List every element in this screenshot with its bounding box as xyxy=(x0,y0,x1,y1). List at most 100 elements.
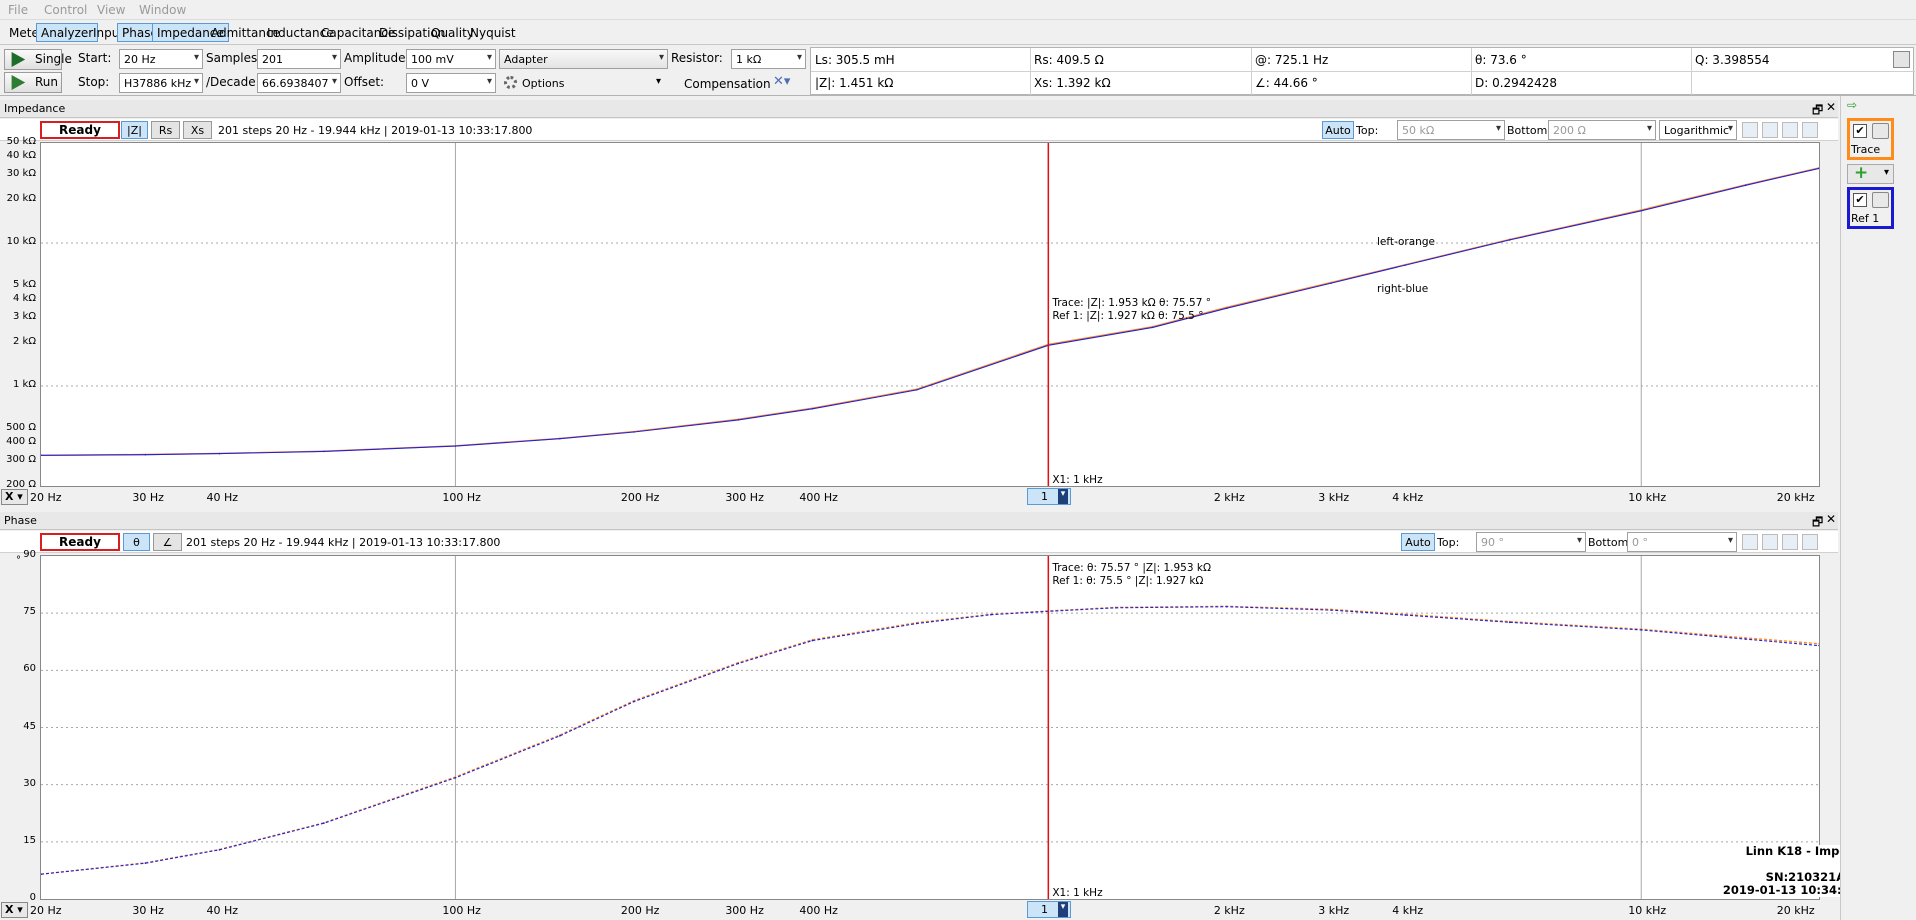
zoom-fit-x-icon[interactable] xyxy=(1742,534,1758,550)
ref1-settings-icon[interactable] xyxy=(1872,192,1889,208)
zoom-fit-x-icon[interactable] xyxy=(1742,122,1758,138)
single-button[interactable]: Single xyxy=(4,49,72,70)
impedance-x-axis: X ▾ 1 20 Hz 30 Hz 40 Hz 100 Hz 200 Hz 300 Hz 4… xyxy=(0,488,1838,506)
start-label: Start: xyxy=(78,51,112,65)
close-icon[interactable]: ✕ xyxy=(1826,512,1836,526)
plot-settings-icon[interactable] xyxy=(1802,122,1818,138)
readout-frequency: @: 725.1 Hz xyxy=(1255,53,1329,67)
offset-combo[interactable]: 0 V xyxy=(406,73,496,93)
phase-chart: Trace: θ: 75.57 ° |Z|: 1.953 kΩRef 1: θ:… xyxy=(40,556,1820,899)
phase-plot[interactable]: Trace: θ: 75.57 ° |Z|: 1.953 kΩ Ref 1: θ:… xyxy=(40,555,1820,900)
data-point xyxy=(1115,607,1117,609)
x-tick-label: 400 Hz xyxy=(799,491,838,504)
toggle-theta[interactable]: θ xyxy=(123,533,150,551)
toggle-xs[interactable]: Xs xyxy=(183,121,212,139)
zoom-icon[interactable] xyxy=(1782,122,1798,138)
impedance-top-combo[interactable]: 50 kΩ xyxy=(1397,120,1505,140)
data-point xyxy=(1151,326,1154,329)
readout-z: |Z|: 1.451 kΩ xyxy=(815,76,894,90)
x-axis-button[interactable]: X ▾ xyxy=(1,902,28,918)
add-reference-button[interactable]: + ▾ xyxy=(1847,163,1894,184)
data-point xyxy=(454,445,457,447)
y-tick-label: 500 Ω xyxy=(6,422,36,434)
amplitude-combo[interactable]: 100 mV xyxy=(406,49,496,69)
series-ref-1 xyxy=(40,167,1820,456)
x-tick-label: 100 Hz xyxy=(442,491,481,504)
trace-checkbox[interactable]: ✔ xyxy=(1853,124,1867,138)
data-point xyxy=(1330,282,1333,284)
impedance-status: Ready xyxy=(40,121,120,139)
data-point xyxy=(1508,621,1511,624)
data-point xyxy=(737,662,740,665)
x-axis-button[interactable]: X ▾ xyxy=(1,489,28,505)
x-tick-label: 20 kHz xyxy=(1776,491,1815,504)
measurement-readouts: Ls: 305.5 mH Rs: 409.5 Ω @: 725.1 Hz θ: … xyxy=(810,47,1915,95)
impedance-plot[interactable]: Trace: |Z|: 1.953 kΩ θ: 75.57 ° Ref 1: |Z… xyxy=(40,142,1820,487)
data-point xyxy=(1226,605,1228,608)
ref1-card[interactable]: ✔ Ref 1 xyxy=(1847,187,1894,229)
y-tick-label: 40 kΩ xyxy=(6,149,36,161)
marker-ref-readout: Ref 1: θ: 75.5 ° |Z|: 1.927 kΩ xyxy=(1052,575,1203,587)
start-combo[interactable]: 20 Hz xyxy=(119,49,203,69)
close-icon[interactable]: ✕ xyxy=(1826,100,1836,114)
impedance-auto-button[interactable]: Auto xyxy=(1322,121,1354,139)
menu-view[interactable]: View xyxy=(97,3,125,17)
x-tick-label: 4 kHz xyxy=(1392,904,1424,917)
zoom-fit-y-icon[interactable] xyxy=(1762,122,1778,138)
x-tick-label: 30 Hz xyxy=(132,491,164,504)
samples-combo[interactable]: 201 xyxy=(257,49,341,69)
single-run-icon xyxy=(11,52,26,67)
menu-control[interactable]: Control xyxy=(44,3,87,17)
toggle-rs[interactable]: Rs xyxy=(151,121,180,139)
zoom-icon[interactable] xyxy=(1782,534,1798,550)
stop-combo[interactable]: H37886 kHz xyxy=(119,73,203,93)
tab-nyquist[interactable]: Nyquist xyxy=(465,23,521,42)
annotation-left-orange: left-orange xyxy=(1377,236,1435,248)
impedance-cursor-select[interactable]: 1 xyxy=(1027,488,1071,505)
phase-cursor-select[interactable]: 1 xyxy=(1027,901,1071,918)
data-point xyxy=(454,777,457,779)
options-dropdown[interactable]: Options ▾ xyxy=(499,73,668,93)
menu-window[interactable]: Window xyxy=(139,3,186,17)
readout-angle: ∠: 44.66 ° xyxy=(1255,76,1318,90)
run-button[interactable]: Run xyxy=(4,72,62,93)
data-point xyxy=(559,437,561,440)
toggle-angle[interactable]: ∠ xyxy=(153,533,182,551)
arrow-right-icon[interactable]: ⇨ xyxy=(1847,98,1857,112)
phase-top-combo[interactable]: 90 ° xyxy=(1476,532,1586,552)
y-tick-label: 30 xyxy=(23,777,36,789)
data-point xyxy=(737,419,740,421)
y-tick-label: 10 kΩ xyxy=(6,235,36,247)
phase-auto-button[interactable]: Auto xyxy=(1401,533,1435,551)
impedance-panel-title: Impedance 🗗 ✕ xyxy=(0,100,1838,118)
x-tick-label: 40 Hz xyxy=(206,904,239,917)
data-point xyxy=(144,453,147,456)
compensation-wand-icon[interactable]: ✕▾ xyxy=(773,74,799,92)
y-tick-label: 15 xyxy=(23,834,36,846)
phase-bottom-combo[interactable]: 0 ° xyxy=(1627,532,1737,552)
x-tick-label: 30 Hz xyxy=(132,904,164,917)
samples-label: Samples: xyxy=(206,51,262,65)
adapter-combo[interactable]: Adapter xyxy=(499,49,668,69)
trace-label: Trace xyxy=(1851,143,1881,156)
x-tick-label: 4 kHz xyxy=(1392,491,1424,504)
resistor-combo[interactable]: 1 kΩ xyxy=(731,49,806,69)
ref1-checkbox[interactable]: ✔ xyxy=(1853,193,1867,207)
toggle-z[interactable]: |Z| xyxy=(121,121,148,139)
x-tick-label: 2 kHz xyxy=(1213,491,1245,504)
readout-settings-icon[interactable] xyxy=(1893,51,1910,68)
impedance-bottom-combo[interactable]: 200 Ω xyxy=(1548,120,1656,140)
decade-combo[interactable]: 66.6938407 xyxy=(257,73,341,93)
trace-card[interactable]: ✔ Trace xyxy=(1847,118,1894,160)
plot-settings-icon[interactable] xyxy=(1802,534,1818,550)
menu-file[interactable]: File xyxy=(8,3,28,17)
impedance-scale-combo[interactable]: Logarithmic xyxy=(1659,120,1737,140)
phase-status: Ready xyxy=(40,533,120,551)
chevron-down-icon: ▾ xyxy=(1883,167,1889,178)
trace-settings-icon[interactable] xyxy=(1872,123,1889,139)
zoom-fit-y-icon[interactable] xyxy=(1762,534,1778,550)
y-tick-label: 60 xyxy=(23,663,36,675)
y-tick-label: 20 kΩ xyxy=(6,192,36,204)
y-tick-label: 400 Ω xyxy=(6,435,36,447)
x-tick-label: 20 Hz xyxy=(30,491,62,504)
